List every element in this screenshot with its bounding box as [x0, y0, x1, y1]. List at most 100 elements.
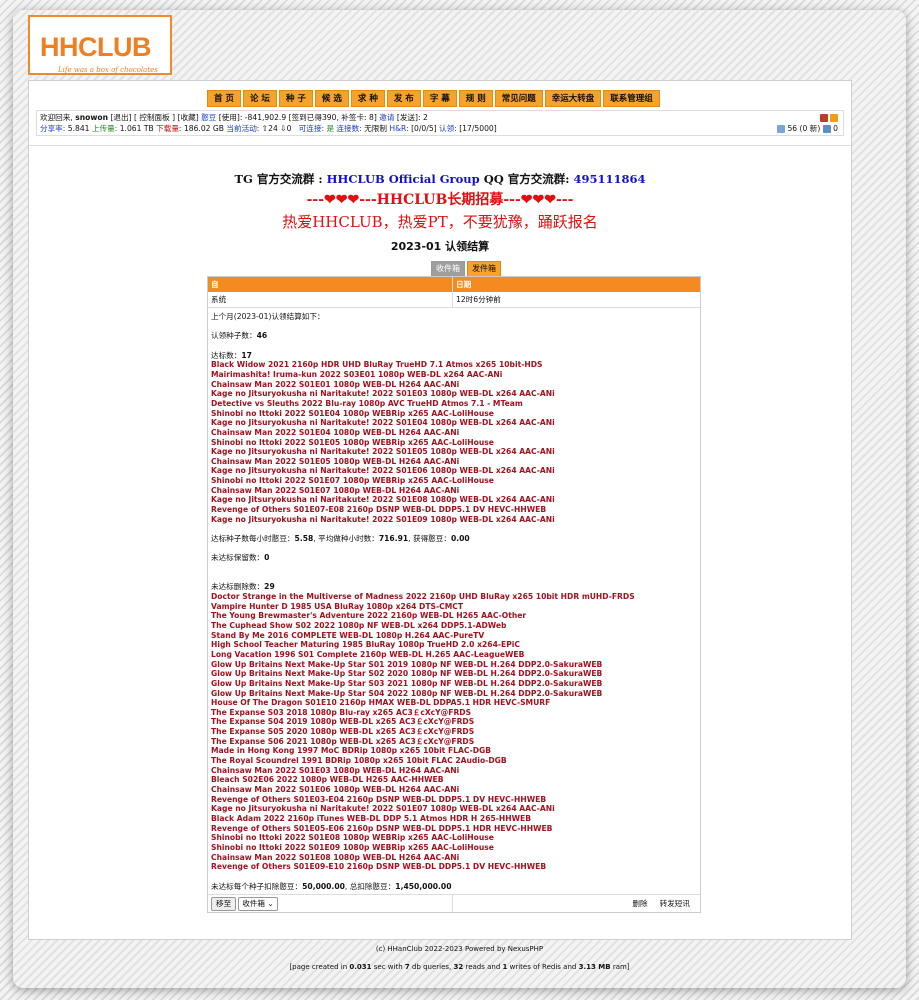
torrent-link[interactable]: Black Widow 2021 2160p HDR UHD BluRay Tr…: [211, 360, 697, 370]
torrent-link[interactable]: Chainsaw Man 2022 S01E08 1080p WEB-DL H2…: [211, 853, 697, 863]
forward-link[interactable]: 转发短讯: [660, 899, 690, 908]
torrent-link[interactable]: Glow Up Britains Next Make-Up Star S02 2…: [211, 669, 697, 679]
torrent-link[interactable]: Kage no Jitsuryokusha ni Naritakute! 202…: [211, 389, 697, 399]
torrent-link[interactable]: Kage no Jitsuryokusha ni Naritakute! 202…: [211, 495, 697, 505]
connections-value: 无限制: [364, 124, 387, 133]
rss-icons: [819, 112, 838, 123]
torrent-link[interactable]: Kage no Jitsuryokusha ni Naritakute! 202…: [211, 804, 697, 814]
torrent-link[interactable]: Stand By Me 2016 COMPLETE WEB-DL 1080p H…: [211, 631, 697, 641]
torrent-link[interactable]: The Royal Scoundrel 1991 BDRip 1080p x26…: [211, 756, 697, 766]
bonus-link[interactable]: 憨豆: [201, 113, 216, 122]
hr-label[interactable]: H&R:: [389, 124, 408, 133]
main-nav: 首 页论 坛种 子候 选求 种发 布字 幕规 则常见问题 幸运大转盘 联系管理组: [207, 90, 660, 107]
nav-item[interactable]: 联系管理组: [603, 90, 660, 107]
qq-prefix: QQ 官方交流群:: [483, 172, 570, 186]
qq-group-link[interactable]: 495111864: [574, 172, 646, 186]
torrent-link[interactable]: Chainsaw Man 2022 S01E05 1080p WEB-DL H2…: [211, 457, 697, 467]
torrent-link[interactable]: Chainsaw Man 2022 S01E03 1080p WEB-DL H2…: [211, 766, 697, 776]
nav-item[interactable]: 发 布: [386, 90, 421, 107]
torrent-link[interactable]: Glow Up Britains Next Make-Up Star S04 2…: [211, 689, 697, 699]
page-title: 2023-01 认领结算: [390, 240, 490, 253]
nav-item[interactable]: 字 幕: [422, 90, 457, 107]
sender: 系统: [208, 292, 453, 307]
claim-value: [17/5000]: [459, 124, 497, 133]
torrent-link[interactable]: High School Teacher Maturing 1985 BluRay…: [211, 640, 697, 650]
feed-icon[interactable]: [830, 114, 838, 122]
torrent-link[interactable]: Revenge of Others S01E09-E10 2160p DSNP …: [211, 862, 697, 872]
sent-date: 12时6分钟前: [456, 295, 501, 304]
tab-outbox[interactable]: 发件箱: [467, 261, 501, 277]
main-panel: 首 页论 坛种 子候 选求 种发 布字 幕规 则常见问题 幸运大转盘 联系管理组 欢…: [28, 80, 852, 940]
active-label: 当前活动:: [226, 124, 260, 133]
move-controls: 移至 收件箱 ⌄: [208, 895, 453, 913]
outbox-icon[interactable]: [822, 125, 831, 133]
inbox-count[interactable]: 56 (0 新): [787, 124, 820, 133]
torrent-link[interactable]: The Expanse S05 2020 1080p WEB-DL x265 A…: [211, 727, 697, 737]
torrent-link[interactable]: Shinobi no Ittoki 2022 S01E08 1080p WEBR…: [211, 833, 697, 843]
rss-icon[interactable]: [819, 114, 828, 122]
invite-value: [发送]: 2: [396, 113, 428, 122]
torrent-link[interactable]: Shinobi no Ittoki 2022 S01E09 1080p WEBR…: [211, 843, 697, 853]
torrent-link[interactable]: Revenge of Others S01E03-E04 2160p DSNP …: [211, 795, 697, 805]
torrent-link[interactable]: House Of The Dragon S01E10 2160p HMAX WE…: [211, 698, 697, 708]
bookmarks-link[interactable]: [收藏]: [178, 113, 199, 122]
torrent-link[interactable]: Vampire Hunter D 1985 USA BluRay 1080p x…: [211, 602, 697, 612]
ok-line: 达标数：17: [211, 350, 252, 360]
username-link[interactable]: snowon: [75, 113, 108, 122]
nav-item[interactable]: 种 子: [278, 90, 313, 107]
torrent-link[interactable]: Chainsaw Man 2022 S01E07 1080p WEB-DL H2…: [211, 486, 697, 496]
tg-group-link[interactable]: HHCLUB Official Group: [327, 172, 480, 186]
torrent-link[interactable]: Kage no Jitsuryokusha ni Naritakute! 202…: [211, 466, 697, 476]
folder-select[interactable]: 收件箱 ⌄: [238, 896, 278, 911]
torrent-link[interactable]: Detective vs Sleuths 2022 Blu-ray 1080p …: [211, 399, 697, 409]
delete-link[interactable]: 删除: [632, 899, 647, 908]
torrent-link[interactable]: Black Adam 2022 2160p iTunes WEB-DL DDP …: [211, 814, 697, 824]
logout-link[interactable]: [退出]: [110, 113, 131, 122]
torrent-link[interactable]: The Expanse S06 2021 1080p WEB-DL x265 A…: [211, 737, 697, 747]
nav-item[interactable]: 论 坛: [242, 90, 277, 107]
torrent-link[interactable]: Glow Up Britains Next Make-Up Star S01 2…: [211, 660, 697, 670]
inbox-icon[interactable]: [777, 125, 786, 133]
site-logo[interactable]: HHCLUB Life was a box of chocolates: [28, 15, 172, 75]
torrent-link[interactable]: Chainsaw Man 2022 S01E04 1080p WEB-DL H2…: [211, 428, 697, 438]
tab-inbox[interactable]: 收件箱: [431, 261, 465, 277]
nav-item[interactable]: 幸运大转盘: [544, 90, 602, 107]
message-indicators: 56 (0 新) 0: [777, 123, 838, 134]
torrent-link[interactable]: The Young Brewmaster's Adventure 2022 21…: [211, 611, 697, 621]
torrent-link[interactable]: The Expanse S04 2019 1080p WEB-DL x265 A…: [211, 717, 697, 727]
torrent-link[interactable]: Revenge of Others S01E07-E08 2160p DSNP …: [211, 505, 697, 515]
move-button[interactable]: 移至: [211, 896, 237, 911]
torrent-link[interactable]: Doctor Strange in the Multiverse of Madn…: [211, 592, 697, 602]
torrent-link[interactable]: Bleach S02E06 2022 1080p WEB-DL H265 AAC…: [211, 775, 697, 785]
torrent-link[interactable]: Chainsaw Man 2022 S01E06 1080p WEB-DL H2…: [211, 785, 697, 795]
torrent-link[interactable]: Mairimashita! Iruma-kun 2022 S03E01 1080…: [211, 370, 697, 380]
torrent-link[interactable]: Chainsaw Man 2022 S01E01 1080p WEB-DL H2…: [211, 380, 697, 390]
torrent-link[interactable]: Made in Hong Kong 1997 MoC BDRip 1080p x…: [211, 746, 697, 756]
nav-item[interactable]: 规 则: [458, 90, 493, 107]
connectable-value: 是: [326, 124, 335, 133]
torrent-link[interactable]: Kage no Jitsuryokusha ni Naritakute! 202…: [211, 515, 697, 525]
torrent-link[interactable]: Shinobi no Ittoki 2022 S01E07 1080p WEBR…: [211, 476, 697, 486]
torrent-link[interactable]: The Expanse S03 2018 1080p Blu-ray x265 …: [211, 708, 697, 718]
torrent-link[interactable]: Revenge of Others S01E05-E06 2160p DSNP …: [211, 824, 697, 834]
torrent-link[interactable]: Kage no Jitsuryokusha ni Naritakute! 202…: [211, 447, 697, 457]
nav-item[interactable]: 候 选: [314, 90, 349, 107]
torrent-link[interactable]: Glow Up Britains Next Make-Up Star S03 2…: [211, 679, 697, 689]
torrent-link[interactable]: Long Vacation 1996 S01 Complete 2160p WE…: [211, 650, 697, 660]
control-panel-link[interactable]: [ 控制面板 ]: [134, 113, 175, 122]
col-date: 日期: [456, 280, 472, 289]
nav-item[interactable]: 求 种: [350, 90, 385, 107]
invite-link[interactable]: 邀请: [379, 113, 394, 122]
torrent-link[interactable]: The Cuphead Show S02 2022 1080p NF WEB-D…: [211, 621, 697, 631]
claim-label[interactable]: 认领:: [439, 124, 457, 133]
outbox-count[interactable]: 0: [833, 124, 838, 133]
torrent-link[interactable]: Kage no Jitsuryokusha ni Naritakute! 202…: [211, 418, 697, 428]
nav-item[interactable]: 首 页: [207, 90, 241, 107]
torrent-link[interactable]: Shinobi no Ittoki 2022 S01E05 1080p WEBR…: [211, 438, 697, 448]
nav-item[interactable]: 常见问题: [494, 90, 543, 107]
footer-copyright: (c) HHanClub 2022-2023 Powered by NexusP…: [375, 945, 544, 953]
ratio-value: 5.841: [67, 124, 90, 133]
mailbox-tabs: 收件箱 发件箱: [431, 261, 501, 277]
torrent-link[interactable]: Shinobi no Ittoki 2022 S01E04 1080p WEBR…: [211, 409, 697, 419]
download-value: 186.02 GB: [183, 124, 224, 133]
